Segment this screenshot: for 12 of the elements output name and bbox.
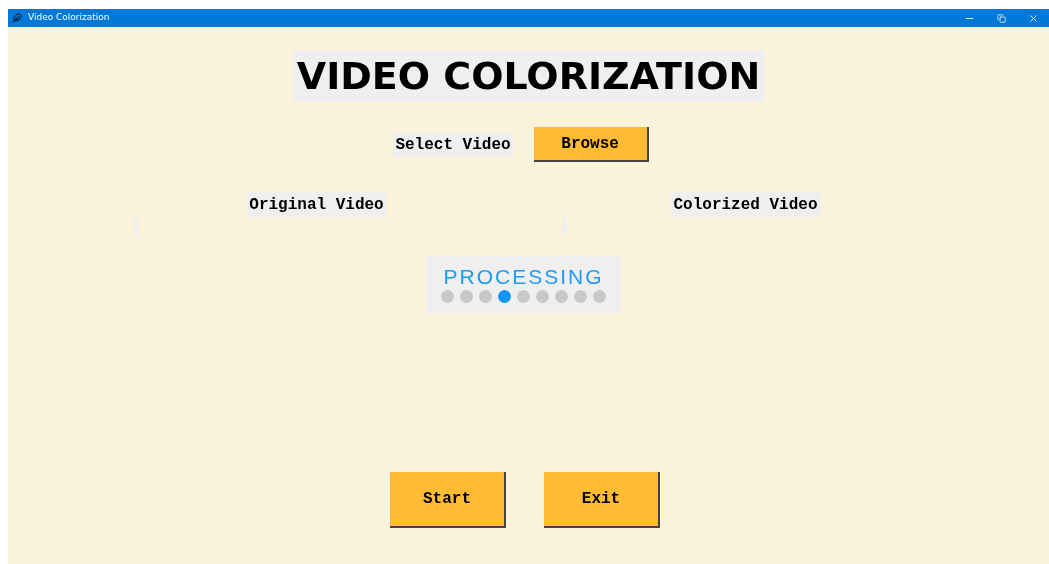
select-video-label: Select Video <box>393 132 513 157</box>
window-title: Video Colorization <box>28 11 110 25</box>
browse-button[interactable]: Browse <box>533 127 649 162</box>
action-button[interactable]: Start <box>390 472 506 528</box>
video-label: Colorized Video <box>671 192 820 217</box>
video-label: Original Video <box>247 192 386 217</box>
action-button[interactable]: Exit <box>544 472 660 528</box>
processing-label: PROCESSING <box>443 266 604 287</box>
feather-icon <box>12 13 22 23</box>
restore-icon[interactable] <box>997 13 1006 23</box>
close-icon[interactable] <box>1028 12 1039 24</box>
app-heading: VIDEO COLORIZATION <box>292 50 765 102</box>
